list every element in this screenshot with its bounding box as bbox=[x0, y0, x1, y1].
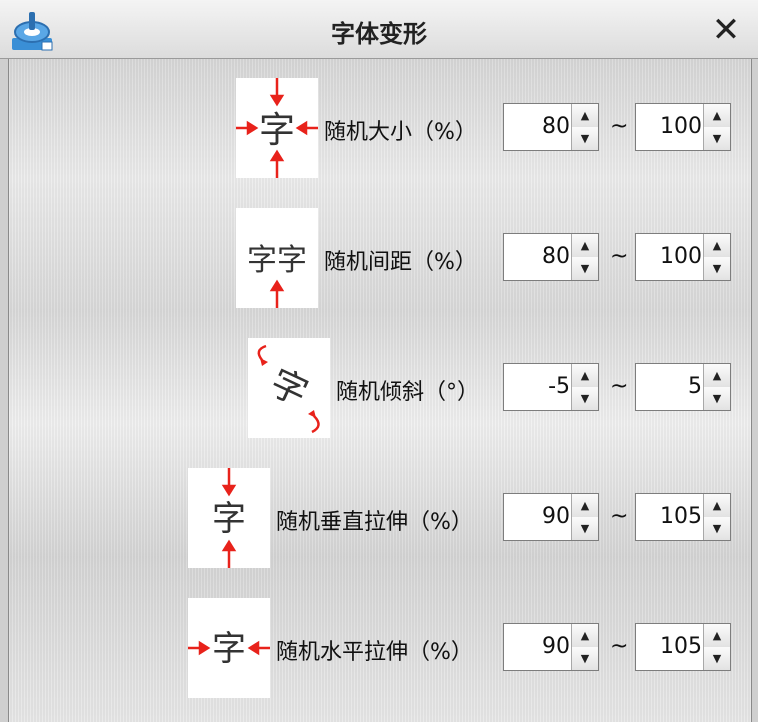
spin-up-button[interactable]: ▲ bbox=[572, 624, 598, 648]
random-tilt-max-value[interactable]: 5 bbox=[636, 364, 702, 410]
random-spacing-max-spinbox[interactable]: 100 ▲ ▼ bbox=[635, 233, 731, 281]
spin-down-button[interactable]: ▼ bbox=[572, 517, 598, 540]
spin-down-button[interactable]: ▼ bbox=[572, 387, 598, 410]
spin-up-button[interactable]: ▲ bbox=[572, 364, 598, 388]
spin-up-button[interactable]: ▲ bbox=[704, 104, 730, 128]
svg-text:字: 字 bbox=[212, 499, 246, 539]
svg-text:字: 字 bbox=[212, 629, 246, 669]
spin-down-button[interactable]: ▼ bbox=[704, 257, 730, 280]
random-spacing-preview-image: 字字 bbox=[236, 208, 318, 308]
random-size-preview-image: 字 bbox=[236, 78, 318, 178]
random-vertical-stretch-min-spinbox[interactable]: 90 ▲ ▼ bbox=[503, 493, 599, 541]
window-title: 字体变形 bbox=[331, 20, 427, 48]
spin-down-button[interactable]: ▼ bbox=[572, 127, 598, 150]
random-size-label: 随机大小（%） bbox=[324, 120, 477, 145]
svg-text:字: 字 bbox=[264, 362, 314, 414]
random-horizontal-stretch-min-value[interactable]: 90 bbox=[504, 624, 570, 670]
random-tilt-min-spinbox[interactable]: -5 ▲ ▼ bbox=[503, 363, 599, 411]
random-size-min-spinbox[interactable]: 80 ▲ ▼ bbox=[503, 103, 599, 151]
random-spacing-min-spinbox[interactable]: 80 ▲ ▼ bbox=[503, 233, 599, 281]
random-spacing-row: 字字 随机间距（%） 80 ▲ ▼ ~ 100 ▲ ▼ bbox=[0, 208, 758, 308]
random-spacing-min-value[interactable]: 80 bbox=[504, 234, 570, 280]
random-horizontal-stretch-max-value[interactable]: 105 bbox=[636, 624, 702, 670]
title-bar: 字体变形 ✕ bbox=[0, 0, 758, 59]
close-button[interactable]: ✕ bbox=[706, 10, 746, 50]
spin-down-button[interactable]: ▼ bbox=[704, 127, 730, 150]
spin-up-button[interactable]: ▲ bbox=[704, 364, 730, 388]
random-vertical-stretch-max-spinbox[interactable]: 105 ▲ ▼ bbox=[635, 493, 731, 541]
svg-text:字: 字 bbox=[259, 110, 295, 151]
random-horizontal-stretch-max-spinbox[interactable]: 105 ▲ ▼ bbox=[635, 623, 731, 671]
spin-up-button[interactable]: ▲ bbox=[572, 104, 598, 128]
random-size-min-value[interactable]: 80 bbox=[504, 104, 570, 150]
range-separator: ~ bbox=[610, 374, 629, 399]
random-vertical-stretch-preview-image: 字 bbox=[188, 468, 270, 568]
random-tilt-preview-image: 字 bbox=[248, 338, 330, 438]
random-horizontal-stretch-row: 字 随机水平拉伸（%） 90 ▲ ▼ ~ 105 ▲ ▼ bbox=[0, 598, 758, 698]
random-vertical-stretch-max-value[interactable]: 105 bbox=[636, 494, 702, 540]
spin-up-button[interactable]: ▲ bbox=[572, 234, 598, 258]
spin-down-button[interactable]: ▼ bbox=[572, 647, 598, 670]
spin-down-button[interactable]: ▼ bbox=[572, 257, 598, 280]
random-tilt-row: 字 随机倾斜（°） -5 ▲ ▼ ~ 5 ▲ ▼ bbox=[0, 338, 758, 438]
spin-down-button[interactable]: ▼ bbox=[704, 387, 730, 410]
spin-down-button[interactable]: ▼ bbox=[704, 517, 730, 540]
random-horizontal-stretch-preview-image: 字 bbox=[188, 598, 270, 698]
random-vertical-stretch-label: 随机垂直拉伸（%） bbox=[276, 510, 473, 535]
svg-text:字字: 字字 bbox=[247, 243, 307, 278]
random-size-row: 字 随机大小（%） 80 ▲ ▼ ~ 100 ▲ ▼ bbox=[0, 78, 758, 178]
random-horizontal-stretch-label: 随机水平拉伸（%） bbox=[276, 640, 473, 665]
random-vertical-stretch-row: 字 随机垂直拉伸（%） 90 ▲ ▼ ~ 105 ▲ ▼ bbox=[0, 468, 758, 568]
range-separator: ~ bbox=[610, 504, 629, 529]
random-size-max-spinbox[interactable]: 100 ▲ ▼ bbox=[635, 103, 731, 151]
random-tilt-label: 随机倾斜（°） bbox=[336, 380, 480, 405]
random-spacing-label: 随机间距（%） bbox=[324, 250, 477, 275]
spin-up-button[interactable]: ▲ bbox=[572, 494, 598, 518]
random-spacing-max-value[interactable]: 100 bbox=[636, 234, 702, 280]
range-separator: ~ bbox=[610, 244, 629, 269]
random-horizontal-stretch-min-spinbox[interactable]: 90 ▲ ▼ bbox=[503, 623, 599, 671]
random-tilt-max-spinbox[interactable]: 5 ▲ ▼ bbox=[635, 363, 731, 411]
spin-down-button[interactable]: ▼ bbox=[704, 647, 730, 670]
range-separator: ~ bbox=[610, 114, 629, 139]
random-tilt-min-value[interactable]: -5 bbox=[504, 364, 570, 410]
spin-up-button[interactable]: ▲ bbox=[704, 234, 730, 258]
spin-up-button[interactable]: ▲ bbox=[704, 494, 730, 518]
close-icon: ✕ bbox=[711, 10, 741, 50]
random-vertical-stretch-min-value[interactable]: 90 bbox=[504, 494, 570, 540]
range-separator: ~ bbox=[610, 634, 629, 659]
spin-up-button[interactable]: ▲ bbox=[704, 624, 730, 648]
random-size-max-value[interactable]: 100 bbox=[636, 104, 702, 150]
